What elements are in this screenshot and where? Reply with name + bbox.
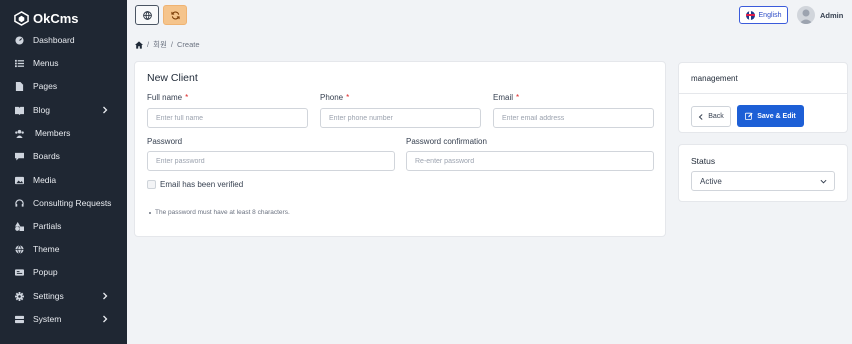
save-edit-button[interactable]: Save & Edit xyxy=(737,105,804,127)
headset-icon xyxy=(14,198,24,208)
members-icon xyxy=(14,128,24,138)
uk-flag-icon xyxy=(745,10,755,20)
phone-label: Phone * xyxy=(320,93,350,102)
bullet-icon xyxy=(149,211,151,214)
client-form-card: New Client Full name* Phone* Email* Pass… xyxy=(134,61,666,237)
refresh-button[interactable] xyxy=(163,5,187,25)
list-icon xyxy=(14,58,24,68)
password-input[interactable] xyxy=(147,151,395,171)
edit-icon xyxy=(745,112,753,120)
sidebar-item-members[interactable]: Members xyxy=(0,123,127,143)
sidebar-item-pages[interactable]: Pages xyxy=(0,76,127,96)
shapes-icon xyxy=(14,221,24,231)
blog-icon xyxy=(14,105,24,115)
globe-icon xyxy=(142,10,152,20)
password-confirmation-input[interactable] xyxy=(406,151,654,171)
email-label: Email * xyxy=(493,93,520,102)
password-confirmation-label: Password confirmation xyxy=(406,137,487,146)
sidebar-item-partials[interactable]: Partials xyxy=(0,216,127,236)
app-logo[interactable]: OkCms xyxy=(14,9,79,27)
management-title: management xyxy=(691,74,738,83)
sidebar-item-system[interactable]: System xyxy=(0,309,127,329)
sidebar-item-blog[interactable]: Blog xyxy=(0,100,127,120)
status-selected-value: Active xyxy=(700,176,722,186)
chevron-right-icon xyxy=(101,292,109,300)
popup-icon xyxy=(14,267,24,277)
server-icon xyxy=(14,314,24,324)
password-hint: The password must have at least 8 charac… xyxy=(149,209,290,216)
logo-icon xyxy=(14,10,29,26)
sidebar-item-dashboard[interactable]: Dashboard xyxy=(0,30,127,50)
sidebar-item-media[interactable]: Media xyxy=(0,170,127,190)
media-icon xyxy=(14,175,24,185)
phone-input[interactable] xyxy=(320,108,481,128)
sidebar-item-boards[interactable]: Boards xyxy=(0,146,127,166)
language-button[interactable]: English xyxy=(739,6,788,24)
breadcrumb: / 회원 / Create xyxy=(135,39,200,50)
password-label: Password xyxy=(147,137,183,146)
form-title: New Client xyxy=(147,72,198,84)
status-card: Status Active xyxy=(678,144,848,202)
sidebar-item-menus[interactable]: Menus xyxy=(0,53,127,73)
sidebar-item-theme[interactable]: Theme xyxy=(0,239,127,259)
back-button[interactable]: Back xyxy=(691,106,731,127)
dashboard-icon xyxy=(14,35,24,45)
home-icon[interactable] xyxy=(135,40,143,49)
chevron-down-icon xyxy=(820,179,827,184)
divider xyxy=(679,93,847,94)
app-name: OkCms xyxy=(33,10,79,26)
user-name[interactable]: Admin xyxy=(820,11,843,20)
status-select[interactable]: Active xyxy=(691,171,835,191)
full-name-input[interactable] xyxy=(147,108,308,128)
user-icon xyxy=(799,9,813,24)
breadcrumb-separator: / xyxy=(147,40,150,49)
chevron-left-icon xyxy=(698,113,703,120)
email-input[interactable] xyxy=(493,108,654,128)
breadcrumb-separator: / xyxy=(170,40,173,49)
chevron-right-icon xyxy=(101,315,109,323)
topbar: English Admin xyxy=(127,0,852,32)
email-verified-checkbox[interactable] xyxy=(147,180,156,189)
language-label: English xyxy=(758,11,782,19)
theme-icon xyxy=(14,244,24,254)
chevron-right-icon xyxy=(101,106,109,114)
breadcrumb-item-members[interactable]: 회원 xyxy=(153,39,167,50)
status-title: Status xyxy=(691,156,716,166)
boards-icon xyxy=(14,151,24,161)
sidebar: OkCms Dashboard Menus Pages Blog Members… xyxy=(0,0,127,344)
email-verified-label[interactable]: Email has been verified xyxy=(160,180,243,189)
gear-icon xyxy=(14,291,24,301)
management-card: management Back Save & Edit xyxy=(678,62,848,133)
globe-button[interactable] xyxy=(135,5,159,25)
sidebar-item-popup[interactable]: Popup xyxy=(0,262,127,282)
full-name-label: Full name * xyxy=(147,93,189,102)
breadcrumb-item-create: Create xyxy=(177,40,200,49)
avatar[interactable] xyxy=(797,6,815,24)
pages-icon xyxy=(14,81,24,91)
sidebar-item-consulting-requests[interactable]: Consulting Requests xyxy=(0,193,127,213)
refresh-icon xyxy=(170,10,180,20)
sidebar-item-settings[interactable]: Settings xyxy=(0,286,127,306)
